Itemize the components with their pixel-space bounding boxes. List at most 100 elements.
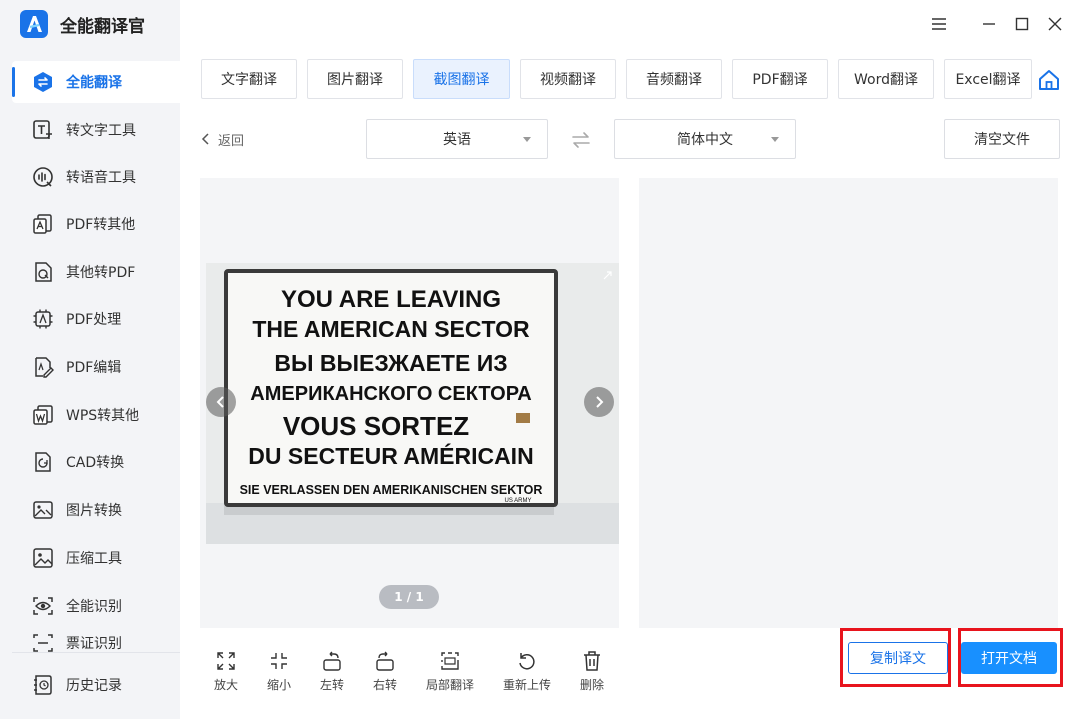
tool-label: 右转 [372,678,397,692]
sidebar-item-label: 全能识别 [66,599,122,615]
sidebar-divider [12,652,180,653]
tab-video-translate[interactable]: 视频翻译 [520,59,616,99]
sidebar-item-image-convert[interactable]: 图片转换 [12,489,180,531]
sidebar-item-label: WPS转其他 [66,408,140,424]
menu-button[interactable] [927,12,951,36]
tool-label: 缩小 [266,678,291,692]
sign-line-1: YOU ARE LEAVING [281,286,501,313]
close-icon [1048,17,1062,31]
rotate-right-icon [376,651,394,671]
partial-translate-button[interactable]: 局部翻译 [420,650,480,694]
back-label: 返回 [218,133,245,149]
swap-languages-icon[interactable] [570,129,592,151]
sidebar-item-text-tool[interactable]: 转文字工具 [12,109,180,151]
sidebar-item-label: 历史记录 [66,678,122,694]
app-logo: 全能翻译官 [20,10,145,38]
tool-label: 左转 [319,678,344,692]
history-icon [34,675,52,695]
chevron-right-icon [596,396,604,408]
app-logo-icon [20,10,48,38]
page-indicator: 1 / 1 [379,585,439,609]
tab-word-translate[interactable]: Word翻译 [838,59,934,99]
zoom-in-button[interactable]: 放大 [196,650,256,694]
sidebar-item-other-to-pdf[interactable]: 其他转PDF [12,251,180,293]
sign-line-7: SIE VERLASSEN DEN AMERIKANISCHEN SEKTOR [240,483,543,497]
close-button[interactable] [1043,12,1067,36]
open-document-button[interactable]: 打开文档 [961,642,1057,674]
text-tool-icon [33,120,52,139]
tab-excel-translate[interactable]: Excel翻译 [944,59,1032,99]
sidebar-item-compress[interactable]: 压缩工具 [12,537,180,579]
sidebar-item-pdf-to-other[interactable]: PDF转其他 [12,203,180,245]
sidebar-item-history[interactable]: 历史记录 [12,664,180,706]
reupload-icon [519,653,535,670]
rotate-left-button[interactable]: 左转 [302,650,362,694]
sidebar-item-pdf-edit[interactable]: PDF编辑 [12,346,180,388]
rotate-left-icon [323,651,341,671]
pdf-edit-icon [35,357,54,378]
sidebar-item-label: 压缩工具 [66,551,122,567]
zoom-out-button[interactable]: 缩小 [249,650,309,694]
rotate-right-button[interactable]: 右转 [355,650,415,694]
tab-text-translate[interactable]: 文字翻译 [201,59,297,99]
sidebar-item-label: 其他转PDF [66,265,136,281]
sidebar-item-wps-convert[interactable]: WPS转其他 [12,394,180,436]
source-language-value: 英语 [443,132,471,148]
target-language-select[interactable]: 简体中文 [614,119,796,159]
zoom-in-icon [217,652,235,670]
source-preview-panel: YOU ARE LEAVING THE AMERICAN SECTOR ВЫ В… [200,178,619,628]
tool-label: 重新上传 [502,678,551,692]
back-button[interactable]: 返回 [200,129,244,149]
image-convert-icon [33,501,53,519]
prev-image-button[interactable] [206,387,236,417]
sidebar-item-pdf-process[interactable]: PDF处理 [12,298,180,340]
translate-icon [34,72,52,92]
sidebar-item-ticket[interactable]: 票证识别 [12,628,180,652]
recognize-icon [33,597,53,615]
app-title: 全能翻译官 [60,16,145,37]
sidebar-item-all-translate[interactable]: 全能翻译 [12,61,180,103]
reupload-button[interactable]: 重新上传 [497,650,557,694]
sign-line-5: VOUS SORTEZ [283,411,469,441]
pdf-process-icon [33,309,53,329]
sidebar-item-label: 票证识别 [66,636,122,652]
tool-label: 放大 [213,678,238,692]
sidebar-item-label: PDF处理 [66,312,122,328]
sidebar-item-label: 转语音工具 [66,170,136,186]
sidebar-item-label: CAD转换 [66,455,125,471]
sign-line-3: ВЫ ВЫЕЗЖАЕТЕ ИЗ [274,350,507,376]
sidebar-item-label: 图片转换 [66,503,122,519]
tab-audio-translate[interactable]: 音频翻译 [626,59,722,99]
sidebar-item-voice-tool[interactable]: 转语音工具 [12,156,180,198]
copy-translation-button[interactable]: 复制译文 [848,642,948,674]
sidebar-item-recognize[interactable]: 全能识别 [12,585,180,627]
sign-line-4: АМЕРИКАНСКОГО СЕКТОРА [250,383,531,405]
tool-label: 局部翻译 [425,678,474,692]
sidebar-item-label: PDF转其他 [66,217,136,233]
voice-tool-icon [33,167,53,187]
tab-pdf-translate[interactable]: PDF翻译 [732,59,828,99]
maximize-icon [1015,17,1029,31]
sidebar-overflow-clip: 票证识别 [0,628,180,652]
tab-screenshot-translate[interactable]: 截图翻译 [413,59,510,99]
trash-icon [584,651,600,671]
home-icon[interactable] [1036,67,1062,93]
chevron-left-icon [216,396,224,408]
hamburger-menu-icon [932,18,946,30]
clear-files-button[interactable]: 清空文件 [944,119,1060,159]
delete-button[interactable]: 删除 [562,650,622,694]
ticket-icon [33,634,53,652]
tab-image-translate[interactable]: 图片翻译 [307,59,403,99]
source-image: YOU ARE LEAVING THE AMERICAN SECTOR ВЫ В… [206,263,619,544]
sidebar-item-cad-convert[interactable]: CAD转换 [12,441,180,483]
target-language-value: 简体中文 [677,132,733,148]
tool-label: 删除 [579,678,604,692]
sidebar: 全能翻译官 全能翻译 转文字工具 转语音工具 PDF转其他 其他转PDF PDF… [0,0,180,719]
source-language-select[interactable]: 英语 [366,119,548,159]
wps-convert-icon [33,405,53,425]
cad-convert-icon [35,452,51,472]
maximize-button[interactable] [1010,12,1034,36]
caret-down-icon [523,137,531,142]
minimize-button[interactable] [977,12,1001,36]
next-image-button[interactable] [584,387,614,417]
